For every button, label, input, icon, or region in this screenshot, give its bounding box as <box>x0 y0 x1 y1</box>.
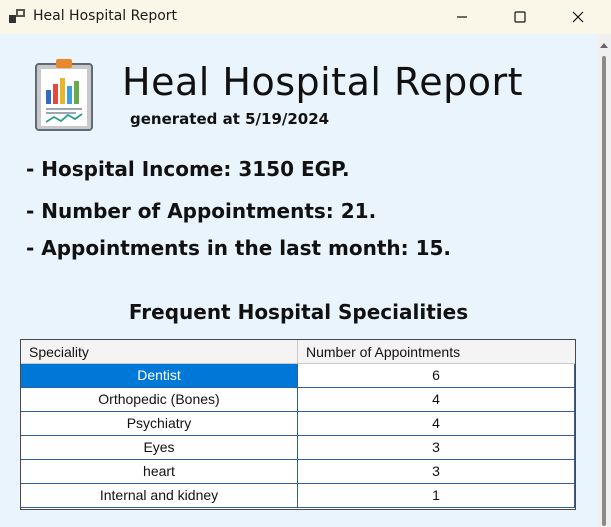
scrollbar-thumb[interactable] <box>602 56 606 526</box>
minimize-button[interactable] <box>439 0 485 34</box>
app-icon <box>9 9 25 23</box>
appointments-cell[interactable]: 4 <box>298 388 575 412</box>
table-row[interactable]: Orthopedic (Bones) 4 <box>21 388 575 412</box>
title-bar[interactable]: Heal Hospital Report <box>0 0 611 34</box>
column-header-appointments[interactable]: Number of Appointments <box>298 340 575 364</box>
appointments-cell[interactable]: 4 <box>298 412 575 436</box>
table-row[interactable]: heart 3 <box>21 460 575 484</box>
stat-hospital-income: - Hospital Income: 3150 EGP. <box>26 157 350 181</box>
stat-appointments-last-month: - Appointments in the last month: 15. <box>26 236 452 260</box>
maximize-icon <box>514 11 526 23</box>
minimize-icon <box>457 16 467 18</box>
scroll-up-icon[interactable] <box>600 42 608 48</box>
appointments-cell[interactable]: 1 <box>298 484 575 508</box>
speciality-cell[interactable]: Internal and kidney <box>21 484 298 508</box>
specialities-title: Frequent Hospital Specialities <box>128 300 469 324</box>
table-row[interactable]: Eyes 3 <box>21 436 575 460</box>
close-button[interactable] <box>555 0 601 34</box>
report-title: Heal Hospital Report <box>122 60 523 104</box>
table-row[interactable]: Dentist 6 <box>21 364 575 388</box>
report-chart-icon <box>35 59 93 131</box>
appointments-cell[interactable]: 3 <box>298 436 575 460</box>
column-header-speciality[interactable]: Speciality <box>21 340 298 364</box>
appointments-cell[interactable]: 3 <box>298 460 575 484</box>
speciality-cell[interactable]: Eyes <box>21 436 298 460</box>
speciality-cell[interactable]: Orthopedic (Bones) <box>21 388 298 412</box>
close-icon <box>572 11 584 23</box>
table-body: Dentist 6 Orthopedic (Bones) 4 Psychiatr… <box>21 364 575 508</box>
table-row[interactable]: Psychiatry 4 <box>21 412 575 436</box>
table-header: Speciality Number of Appointments <box>21 340 575 364</box>
maximize-button[interactable] <box>497 0 543 34</box>
specialities-table[interactable]: Speciality Number of Appointments Dentis… <box>20 339 576 510</box>
speciality-cell[interactable]: Dentist <box>21 364 298 388</box>
generated-date: generated at 5/19/2024 <box>130 110 330 128</box>
table-row[interactable]: Internal and kidney 1 <box>21 484 575 508</box>
vertical-scrollbar[interactable] <box>597 34 611 527</box>
speciality-cell[interactable]: Psychiatry <box>21 412 298 436</box>
window-title: Heal Hospital Report <box>33 8 178 24</box>
appointments-cell[interactable]: 6 <box>298 364 575 388</box>
stat-appointments-total: - Number of Appointments: 21. <box>26 199 377 223</box>
speciality-cell[interactable]: heart <box>21 460 298 484</box>
